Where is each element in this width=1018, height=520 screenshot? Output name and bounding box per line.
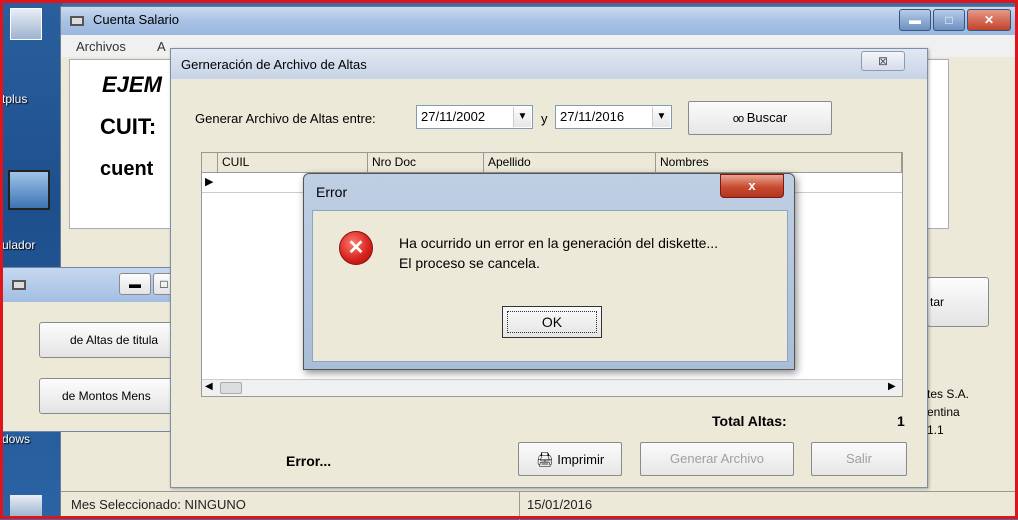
altas-titulares-button[interactable]: de Altas de titula (39, 322, 189, 358)
total-altas-label: Total Altas: (712, 413, 787, 429)
company-info-1: tes S.A. (927, 387, 970, 401)
desktop-label-2: ulador (2, 238, 36, 252)
app-icon (69, 14, 85, 28)
scroll-thumb[interactable] (220, 382, 242, 394)
search-button[interactable]: oo Buscar (688, 101, 832, 135)
monitor-icon[interactable] (8, 170, 50, 210)
glasses-icon: oo (732, 113, 744, 125)
menu-a[interactable]: A (157, 39, 166, 54)
horizontal-scrollbar[interactable]: ◀ ▶ (202, 379, 902, 396)
exit-button-label: Salir (845, 451, 872, 466)
date-to-value: 27/11/2016 (560, 109, 625, 124)
close-button[interactable]: ✕ (967, 9, 1011, 31)
error-dialog: Error x ✕ Ha ocurrido un error en la gen… (303, 173, 795, 370)
desktop-icon-bottom[interactable] (10, 495, 42, 517)
secondary-minimize-button[interactable]: ▬ (119, 273, 151, 295)
filter-label: Generar Archivo de Altas entre: (195, 111, 376, 126)
current-row-marker-icon: ▶ (205, 176, 214, 188)
error-message-line-1: Ha ocurrido un error en la generación de… (399, 235, 719, 251)
exit-button[interactable]: Salir (811, 442, 907, 476)
status-month: Mes Seleccionado: NINGUNO (71, 497, 246, 512)
ok-focus-rect: OK (507, 311, 597, 333)
menu-archivos[interactable]: Archivos (76, 39, 126, 54)
secondary-titlebar[interactable]: ▬ □ (1, 268, 175, 302)
close-icon: x (748, 178, 756, 193)
column-header-apellido[interactable]: Apellido (484, 153, 656, 173)
cuenta-label: cuent (100, 158, 154, 180)
total-altas-value: 1 (897, 413, 905, 429)
generation-titlebar[interactable]: Gerneración de Archivo de Altas ⊠ (171, 49, 927, 79)
montos-mensuales-label: de Montos Mens (62, 389, 151, 403)
chevron-down-icon[interactable]: ▼ (652, 107, 670, 127)
chevron-down-icon[interactable]: ▼ (513, 107, 531, 127)
status-date: 15/01/2016 (527, 497, 593, 512)
print-button[interactable]: 🖨 Imprimir (518, 442, 622, 476)
print-button-label: Imprimir (557, 452, 605, 467)
printer-icon: 🖨 (535, 451, 554, 467)
and-label: y (541, 111, 548, 126)
status-bar: Mes Seleccionado: NINGUNO 15/01/2016 (61, 491, 1017, 520)
ok-button[interactable]: OK (502, 306, 602, 338)
search-button-label: Buscar (746, 110, 788, 125)
column-header-nombres[interactable]: Nombres (656, 153, 902, 173)
cuit-label: CUIT: (100, 114, 157, 139)
error-dialog-title: Error (316, 184, 348, 200)
date-to-select[interactable]: 27/11/2016 ▼ (555, 105, 672, 129)
altas-titulares-label: de Altas de titula (70, 333, 159, 347)
main-titlebar[interactable]: Cuenta Salario ▬ □ ✕ (61, 7, 1017, 35)
right-side-button[interactable]: tar (927, 277, 989, 327)
generate-file-button[interactable]: Generar Archivo (640, 442, 794, 476)
right-side-button-label: tar (930, 295, 945, 309)
scroll-left-icon[interactable]: ◀ (205, 381, 213, 392)
secondary-window: ▬ □ de Altas de titula de Montos Mens (0, 267, 189, 432)
heading-text: EJEM (102, 72, 162, 97)
date-from-select[interactable]: 27/11/2002 ▼ (416, 105, 533, 129)
secondary-app-icon (11, 278, 27, 295)
status-message: Error... (286, 453, 332, 469)
column-header-cuil[interactable]: CUIL (218, 153, 368, 173)
scroll-right-icon[interactable]: ▶ (888, 381, 896, 392)
maximize-button[interactable]: □ (933, 9, 965, 31)
main-window-title: Cuenta Salario (93, 12, 179, 27)
row-selector-header (202, 153, 218, 173)
company-info-2: entina (927, 405, 960, 419)
montos-mensuales-button[interactable]: de Montos Mens (39, 378, 189, 414)
date-from-value: 27/11/2002 (421, 109, 486, 124)
desktop-label-1: tplus (2, 92, 28, 106)
error-close-button[interactable]: x (720, 174, 784, 198)
generate-file-label: Generar Archivo (670, 451, 764, 466)
desktop-label-3: dows (2, 432, 31, 446)
desktop-icon-top[interactable] (10, 8, 42, 40)
generation-close-button[interactable]: ⊠ (861, 51, 905, 71)
status-divider (519, 492, 520, 520)
ok-button-label: OK (541, 314, 563, 330)
column-header-nro-doc[interactable]: Nro Doc (368, 153, 484, 173)
desktop: tplus ulador dows (0, 0, 62, 519)
error-dialog-body: ✕ Ha ocurrido un error en la generación … (312, 210, 788, 362)
error-message-line-2: El proceso se cancela. (399, 255, 540, 271)
minimize-button[interactable]: ▬ (899, 9, 931, 31)
error-icon: ✕ (339, 231, 373, 265)
company-info-3: 1.1 (927, 423, 944, 437)
generation-dialog-title: Gerneración de Archivo de Altas (181, 57, 367, 72)
